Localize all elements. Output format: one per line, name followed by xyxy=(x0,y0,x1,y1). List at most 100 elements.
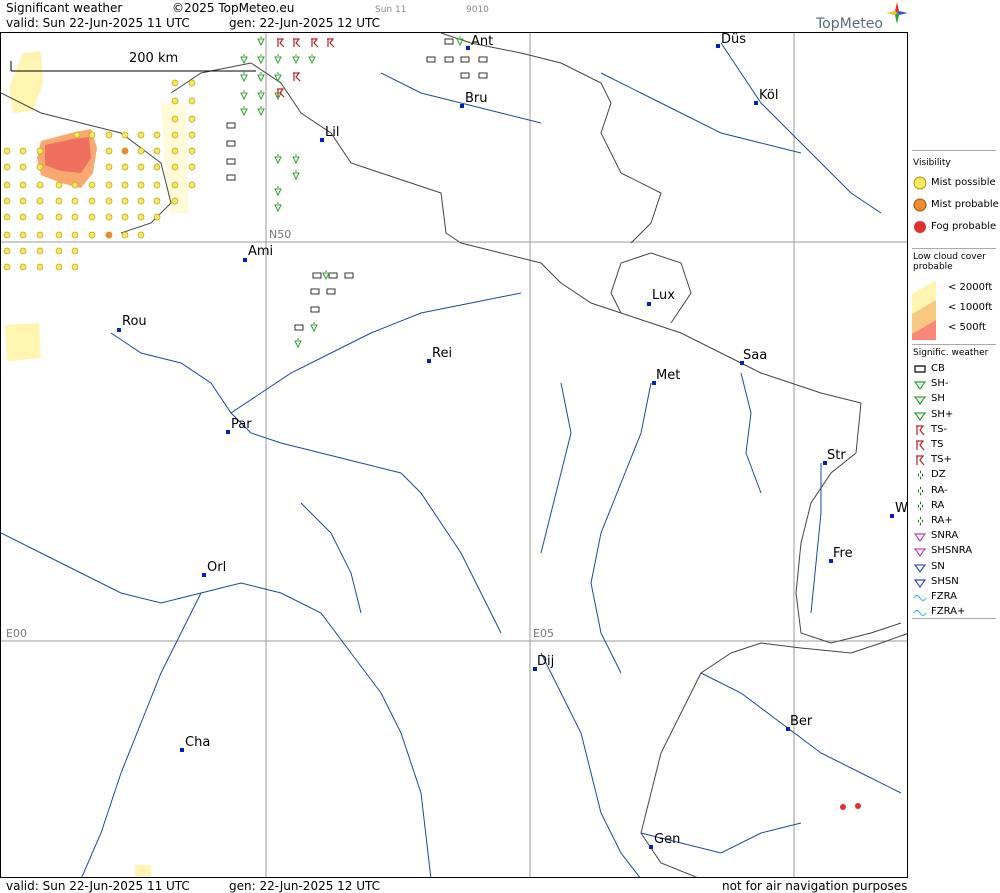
legend-sigwx-label: RA xyxy=(931,499,945,511)
legend-divider xyxy=(912,150,996,151)
ra+-weather-icon xyxy=(918,516,923,526)
logo-text: TopMeteo xyxy=(816,16,883,32)
city-marker-w xyxy=(890,514,894,518)
topmeteo-logo: TopMeteo xyxy=(816,16,883,32)
product-code: 9010 xyxy=(466,5,489,15)
city-marker-gen xyxy=(649,845,653,849)
fog-dots xyxy=(840,803,861,810)
city-label-ber: Ber xyxy=(790,714,813,729)
legend-sigwx-label: TS- xyxy=(931,423,948,435)
weather-map: 200 km N50 E00 E05 Ant Düs Köl Bru Lil A… xyxy=(0,32,908,878)
city-label-rou: Rou xyxy=(122,314,147,329)
legend-sigwx-label: TS+ xyxy=(931,454,952,466)
legend-sigwx-label: DZ xyxy=(931,469,946,481)
city-label-cha: Cha xyxy=(185,735,211,750)
city-label-par: Par xyxy=(231,417,252,432)
dz-weather-icon xyxy=(918,471,923,480)
city-marker-rou xyxy=(117,328,121,332)
rivers xyxy=(1,42,902,877)
city-marker-lux xyxy=(647,302,651,306)
legend-lc-500-label: < 500ft xyxy=(948,322,986,333)
legend-sigwx-label: RA+ xyxy=(931,515,953,526)
legend-sigwx-label: SHSNRA xyxy=(931,545,973,557)
city-marker-bru xyxy=(460,104,464,108)
city-marker-ant xyxy=(466,46,470,50)
country-borders xyxy=(1,33,907,877)
city-label-saa: Saa xyxy=(743,348,768,363)
fog-probable-icon xyxy=(914,221,926,233)
city-label-str: Str xyxy=(827,448,846,463)
mist-possible-icon xyxy=(913,176,927,190)
legend-sigwx-label: SN xyxy=(931,560,945,572)
footer-generation-time: gen: 22-Jun-2025 12 UTC xyxy=(229,879,381,893)
time-code: Sun 11 xyxy=(375,5,407,15)
legend-sigwx-label: SHSN xyxy=(931,575,959,587)
city-marker-dus xyxy=(716,44,720,48)
legend-sigwx-label: TS xyxy=(931,439,944,450)
legend-panel: Visibility Mist possible Mist probable F… xyxy=(908,150,1000,620)
city-label-ami: Ami xyxy=(248,244,274,259)
sh-weather-icon xyxy=(913,396,927,406)
city-marker-lil xyxy=(320,138,324,142)
legend-fog-probable-label: Fog probable xyxy=(931,221,997,232)
city-marker-kol xyxy=(754,101,758,105)
legend-lc-1000-label: < 1000ft xyxy=(948,302,993,313)
mist-probable-icon xyxy=(913,198,927,212)
fog-area xyxy=(37,129,97,188)
legend-sigwx-label: SH xyxy=(931,393,945,405)
legend-divider xyxy=(912,618,996,619)
cb-weather-icon xyxy=(914,365,926,373)
sh--weather-icon xyxy=(913,381,927,391)
legend-sigwx-label: SH+ xyxy=(931,408,954,420)
footer-valid-time: valid: Sun 22-Jun-2025 11 UTC xyxy=(6,879,190,893)
legend-mist-probable-label: Mist probable xyxy=(931,199,999,210)
compass-logo-icon xyxy=(886,2,908,24)
city-label-lux: Lux xyxy=(652,288,675,303)
city-label-dus: Düs xyxy=(721,32,747,47)
city-label-lil: Lil xyxy=(325,125,340,140)
legend-visibility-title: Visibility xyxy=(913,158,951,168)
city-marker-par xyxy=(226,430,230,434)
legend-sigwx-label: CB xyxy=(931,363,945,374)
grid-label-e00: E00 xyxy=(6,627,27,640)
city-label-orl: Orl xyxy=(207,560,227,575)
legend-mist-possible-label: Mist possible xyxy=(931,177,996,188)
legend-sigwx-title: Signific. weather xyxy=(913,348,989,358)
scale-label: 200 km xyxy=(129,51,179,66)
valid-time: valid: Sun 22-Jun-2025 11 UTC xyxy=(6,16,190,30)
grid-lines xyxy=(1,33,907,877)
snra-weather-icon xyxy=(913,533,927,543)
city-marker-ami xyxy=(243,258,247,262)
low-cloud-ramp-icon xyxy=(912,280,936,340)
grid-label-e05: E05 xyxy=(533,627,554,640)
generation-time: gen: 22-Jun-2025 12 UTC xyxy=(229,16,381,30)
copyright: ©2025 TopMeteo.eu xyxy=(172,1,295,15)
sh+-weather-icon xyxy=(913,411,927,421)
city-marker-cha xyxy=(180,748,184,752)
low-cloud-areas xyxy=(5,51,189,877)
city-label-rei: Rei xyxy=(432,346,453,361)
city-label-met: Met xyxy=(656,368,681,383)
legend-sigwx-label: SNRA xyxy=(931,530,959,542)
shsn-weather-icon xyxy=(913,579,927,588)
city-label-bru: Bru xyxy=(465,91,488,106)
shsnra-weather-icon xyxy=(913,548,927,558)
sn-weather-icon xyxy=(913,563,927,573)
city-marker-orl xyxy=(202,573,206,577)
city-label-dij: Dij xyxy=(537,654,555,669)
city-marker-rei xyxy=(427,359,431,363)
city-label-w: W xyxy=(895,501,908,516)
fzra-weather-icon xyxy=(913,594,927,602)
ts+-weather-icon xyxy=(916,455,925,466)
legend-sigwx-label: SH- xyxy=(931,378,949,390)
chart-title: Significant weather xyxy=(6,1,123,15)
grid-label-n50: N50 xyxy=(269,228,292,241)
city-label-ant: Ant xyxy=(471,34,494,49)
legend-lc-2000-label: < 2000ft xyxy=(948,282,993,293)
ra--weather-icon xyxy=(918,486,923,495)
ts-weather-icon xyxy=(916,440,925,451)
ts--weather-icon xyxy=(916,425,925,436)
legend-low-cloud-title: Low cloud cover probable xyxy=(913,252,986,272)
map-canvas xyxy=(1,33,907,877)
footer-note: not for air navigation purposes xyxy=(722,879,908,893)
